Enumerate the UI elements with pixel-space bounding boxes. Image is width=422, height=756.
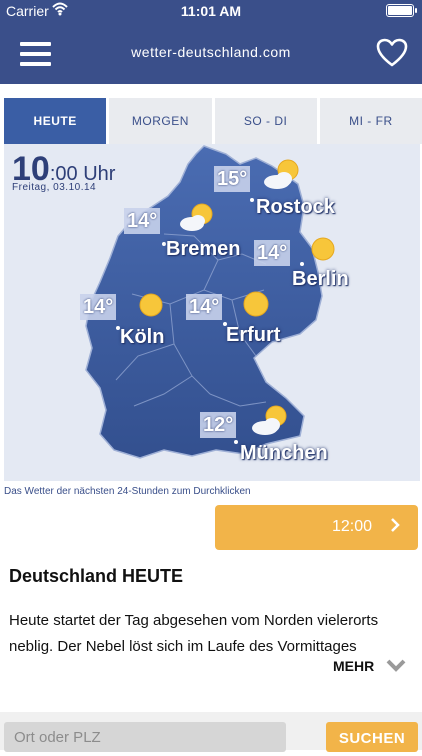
temp-berlin: 14° (254, 240, 291, 266)
forecast-tabs: HEUTE MORGEN SO - DI MI - FR (4, 98, 422, 144)
sun-icon (242, 290, 270, 323)
temp-rostock: 15° (214, 166, 251, 192)
city-koeln: Köln (120, 326, 165, 348)
temp-koeln: 14° (80, 294, 117, 320)
temp-erfurt: 14° (186, 294, 223, 320)
status-time: 11:01 AM (180, 3, 242, 19)
tab-heute[interactable]: HEUTE (4, 98, 110, 144)
sun-cloud-icon (178, 200, 218, 239)
chevron-down-icon[interactable] (386, 657, 406, 678)
next-time-label: 12:00 (332, 518, 373, 535)
sun-cloud-icon (262, 158, 302, 197)
next-time-button[interactable]: 12:00 (215, 505, 418, 550)
weather-map[interactable]: 10:00 Uhr Freitag, 03.10.14 15° Rostock … (4, 144, 420, 481)
search-button[interactable]: SUCHEN (326, 722, 418, 752)
tab-so-di[interactable]: SO - DI (214, 98, 320, 144)
city-berlin: Berlin (292, 268, 349, 290)
map-date: Freitag, 03.10.14 (12, 182, 97, 193)
heart-icon[interactable] (376, 38, 408, 68)
tab-mi-fr[interactable]: MI - FR (319, 98, 422, 144)
sun-icon (138, 292, 164, 323)
status-bar: Carrier 11:01 AM (0, 0, 422, 22)
city-rostock: Rostock (256, 196, 335, 218)
city-erfurt: Erfurt (226, 324, 281, 346)
map-caption: Das Wetter der nächsten 24-Stunden zum D… (4, 486, 251, 497)
temp-muenchen: 12° (200, 412, 237, 438)
article-text: Heute startet der Tag abgesehen vom Nord… (9, 612, 379, 655)
sun-cloud-icon (250, 404, 290, 443)
article-title: Deutschland HEUTE (9, 566, 184, 586)
city-bremen: Bremen (166, 238, 241, 260)
site-logo: wetter-deutschland.com (131, 44, 291, 60)
location-search-input[interactable] (4, 722, 286, 752)
chevron-right-icon (390, 517, 400, 538)
battery-icon (386, 4, 417, 17)
temp-bremen: 14° (124, 208, 161, 234)
sun-icon (310, 236, 336, 267)
search-bar: SUCHEN (0, 712, 422, 752)
city-muenchen: München (240, 442, 328, 464)
tab-morgen[interactable]: MORGEN (109, 98, 215, 144)
top-navigation-bar: wetter-deutschland.com (0, 22, 422, 84)
more-button[interactable]: MEHR (333, 658, 374, 674)
